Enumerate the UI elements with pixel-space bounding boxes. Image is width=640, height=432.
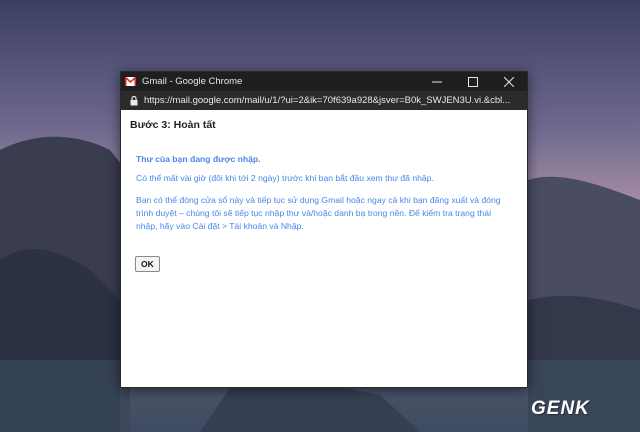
- title-bar: Gmail - Google Chrome: [121, 72, 527, 91]
- import-status-message: Thư của bạn đang được nhập.: [136, 154, 261, 164]
- url-text: https://mail.google.com/mail/u/1/?ui=2&i…: [144, 95, 511, 106]
- gmail-icon: [125, 77, 136, 86]
- maximize-button[interactable]: [455, 72, 491, 91]
- step-heading: Bước 3: Hoàn tất: [130, 119, 216, 131]
- genk-watermark: GENK: [531, 398, 590, 419]
- minimize-button[interactable]: [419, 72, 455, 91]
- ok-button[interactable]: OK: [135, 256, 160, 272]
- wait-time-message: Có thể mất vài giờ (đôi khi tới 2 ngày) …: [136, 173, 434, 183]
- close-icon: [504, 76, 514, 87]
- lock-icon: [130, 95, 138, 106]
- chrome-popup-window: Gmail - Google Chrome https://mail.googl…: [120, 71, 528, 388]
- window-title: Gmail - Google Chrome: [142, 76, 243, 87]
- minimize-icon: [432, 81, 442, 82]
- maximize-icon: [468, 76, 478, 87]
- close-button[interactable]: [491, 72, 527, 91]
- dialog-content: Bước 3: Hoàn tất Thư của bạn đang được n…: [121, 119, 527, 272]
- address-bar[interactable]: https://mail.google.com/mail/u/1/?ui=2&i…: [121, 91, 527, 110]
- background-import-message: Bạn có thể đóng cửa sổ này và tiếp tục s…: [136, 195, 501, 231]
